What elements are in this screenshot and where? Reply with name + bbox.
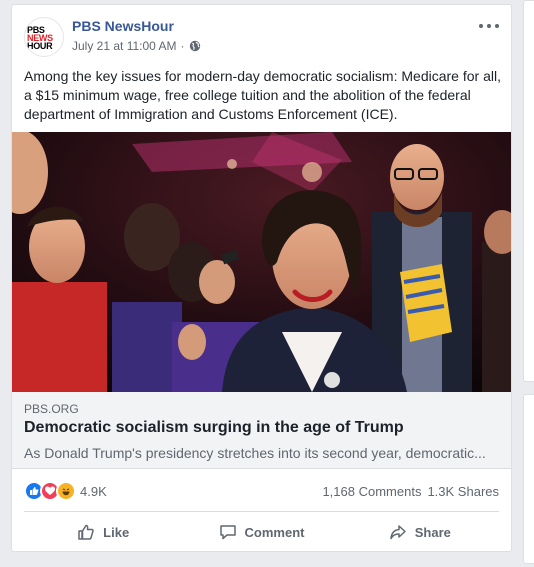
post-photo[interactable]	[12, 132, 511, 392]
meta-separator: ·	[180, 39, 185, 53]
thumbs-up-icon	[78, 524, 94, 540]
like-label: Like	[103, 524, 130, 540]
page-name-link[interactable]: PBS NewsHour	[72, 18, 174, 34]
actions-divider	[24, 511, 499, 512]
post-meta: July 21 at 11:00 AM ·	[72, 39, 201, 53]
comment-button[interactable]: Comment	[182, 515, 340, 549]
reactions-summary[interactable]: 4.9K	[24, 481, 107, 501]
post-header: PBS NEWS HOUR PBS NewsHour July 21 at 11…	[24, 17, 499, 61]
right-column-card	[523, 0, 534, 382]
share-icon	[390, 525, 406, 540]
post-stats: 4.9K 1,168 Comments 1.3K Shares	[24, 477, 499, 505]
ellipsis-icon[interactable]	[479, 19, 499, 33]
link-preview[interactable]: PBS.ORG Democratic socialism surging in …	[12, 392, 511, 469]
comment-label: Comment	[244, 524, 305, 540]
haha-icon	[56, 481, 76, 501]
share-button[interactable]: Share	[341, 515, 499, 549]
globe-icon[interactable]	[189, 40, 201, 52]
rally-photo-illustration	[12, 132, 511, 392]
page-avatar[interactable]: PBS NEWS HOUR	[24, 17, 64, 57]
comments-count[interactable]: 1,168 Comments	[322, 484, 421, 499]
link-description: As Donald Trump's presidency stretches i…	[24, 445, 486, 461]
post-card: PBS NEWS HOUR PBS NewsHour July 21 at 11…	[11, 4, 512, 552]
post-actions: Like Comment Share	[24, 515, 499, 549]
post-message: Among the key issues for modern-day demo…	[24, 68, 501, 122]
comment-icon	[219, 525, 236, 540]
engagement-counts: 1,168 Comments 1.3K Shares	[322, 484, 499, 499]
share-label: Share	[414, 524, 451, 540]
pbs-newshour-logo: PBS NEWS HOUR	[27, 25, 53, 51]
link-title[interactable]: Democratic socialism surging in the age …	[24, 419, 404, 437]
reactions-count: 4.9K	[80, 483, 107, 499]
shares-count[interactable]: 1.3K Shares	[427, 484, 499, 499]
like-button[interactable]: Like	[24, 515, 182, 549]
post-timestamp[interactable]: July 21 at 11:00 AM	[72, 39, 177, 53]
link-domain: PBS.ORG	[24, 402, 79, 416]
right-column-card	[523, 394, 534, 564]
